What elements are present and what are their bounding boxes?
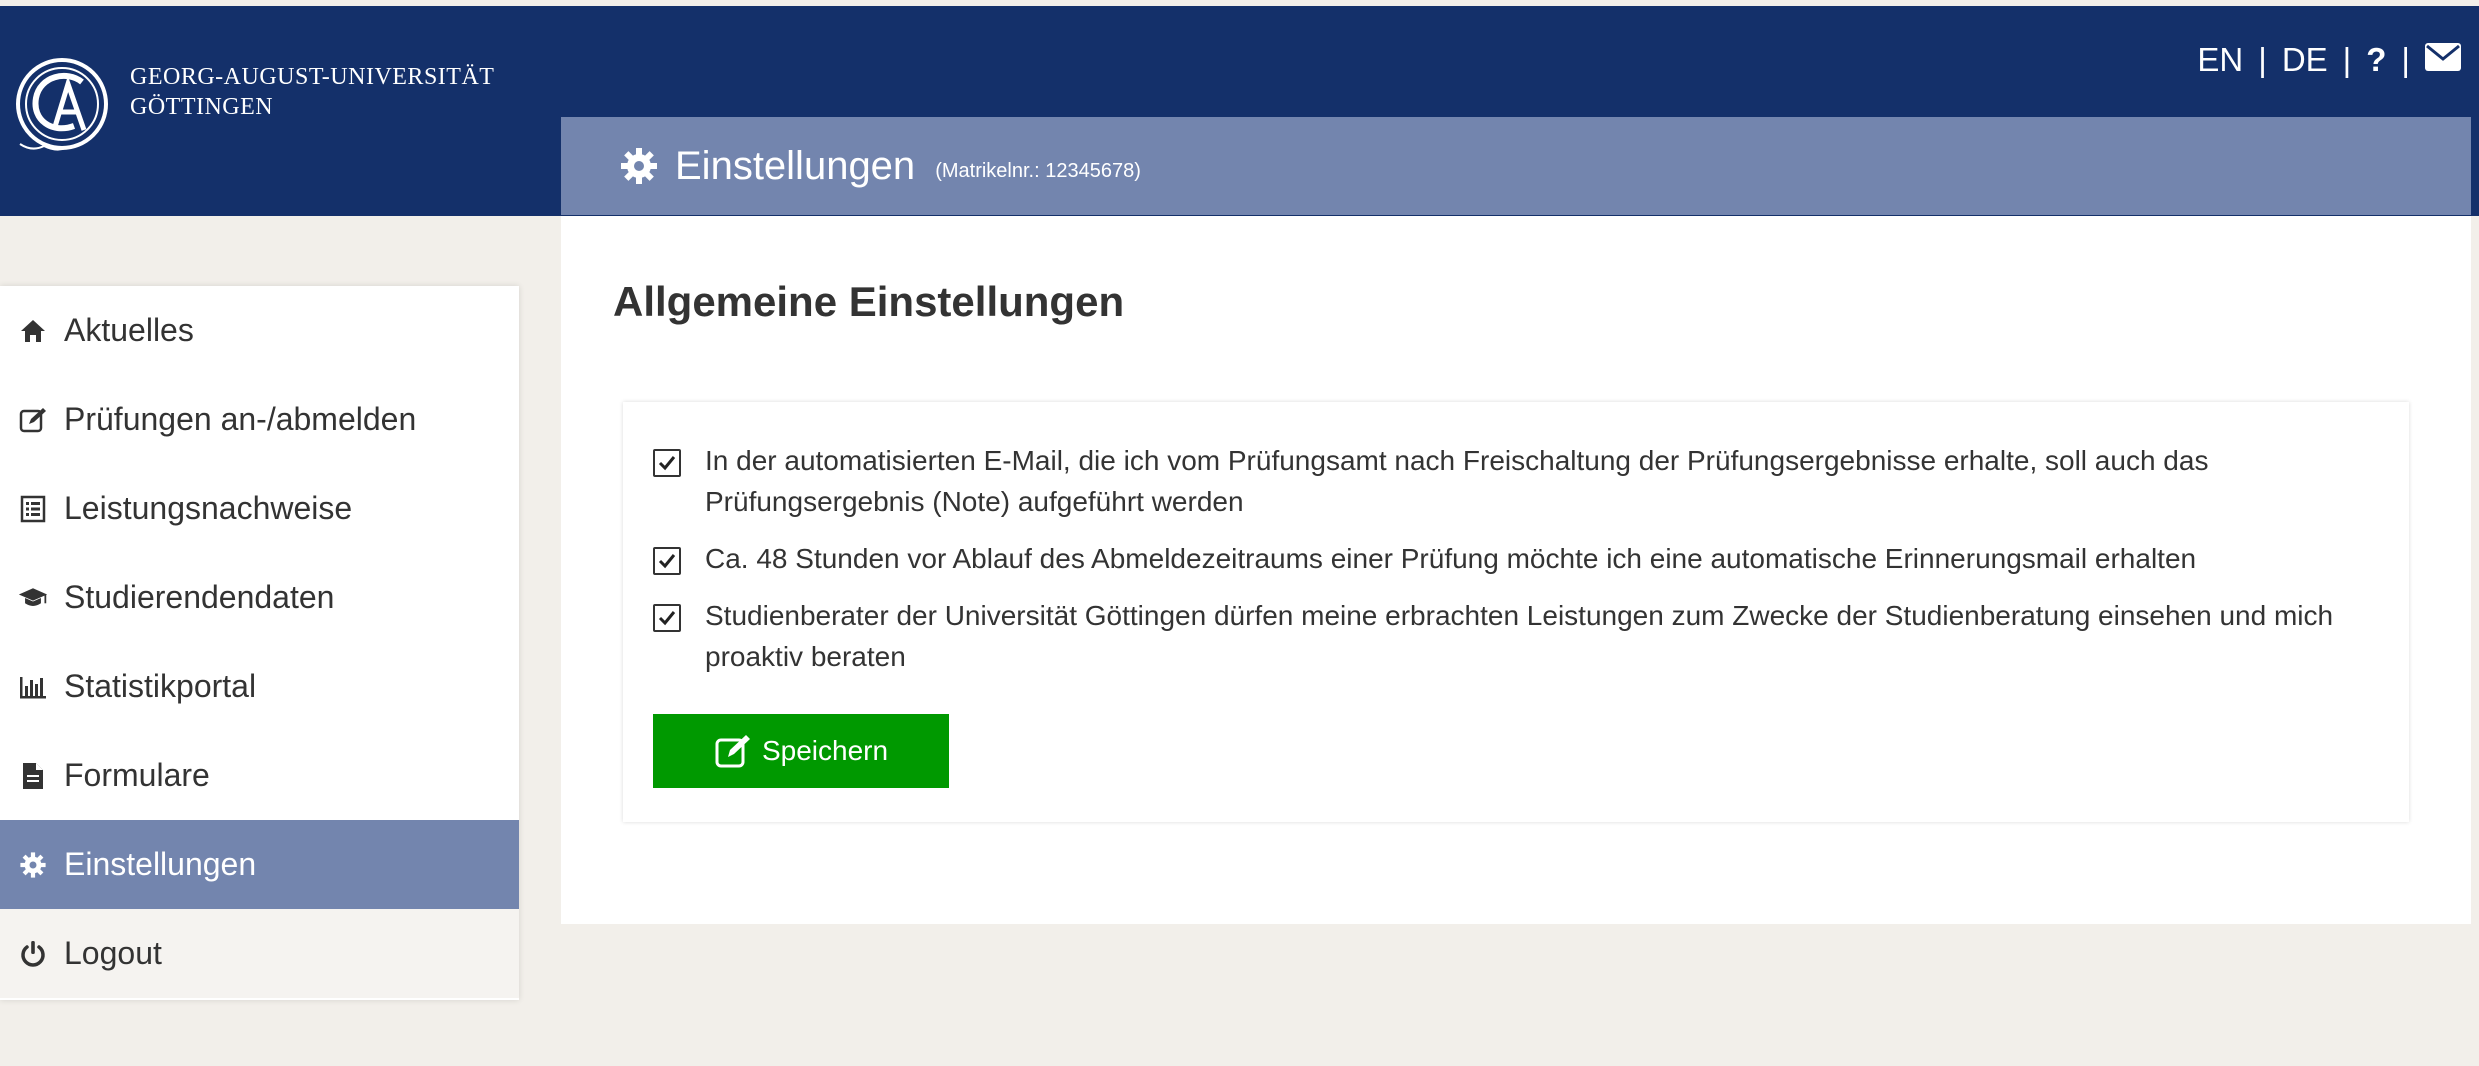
university-seal-icon: [16, 58, 108, 151]
list-icon: [18, 494, 48, 524]
bar-chart-icon: [18, 672, 48, 702]
option-label: Ca. 48 Stunden vor Ablauf des Abmeldezei…: [705, 543, 2197, 574]
sidebar-item-leistungsnachweise[interactable]: Leistungsnachweise: [0, 464, 519, 553]
sidebar-item-label: Aktuelles: [64, 312, 194, 348]
sidebar-item-label: Einstellungen: [64, 846, 257, 882]
university-name: GEORG-AUGUST-UNIVERSITÄT GÖTTINGEN: [130, 62, 494, 122]
top-strip: [0, 0, 2479, 6]
sidebar-item-label: Statistikportal: [64, 668, 257, 704]
graduation-cap-icon: [18, 583, 48, 613]
university-logo[interactable]: GEORG-AUGUST-UNIVERSITÄT GÖTTINGEN: [12, 52, 494, 156]
reminder-mail-checkbox[interactable]: [653, 547, 681, 575]
sidebar-item-logout[interactable]: Logout: [0, 909, 519, 998]
checkmark-icon: [658, 456, 676, 471]
document-icon: [18, 761, 48, 791]
page-header: Einstellungen (Matrikelnr.: 12345678): [561, 117, 2471, 215]
sidebar-item-aktuelles[interactable]: Aktuelles: [0, 286, 519, 375]
sidebar-item-label: Studierendendaten: [64, 579, 335, 615]
option-email-grade: In der automatisierten E-Mail, die ich v…: [653, 440, 2355, 522]
sidebar-item-label: Prüfungen an-/abmelden: [64, 401, 417, 437]
matrikel-number: (Matrikelnr.: 12345678): [935, 159, 1141, 182]
sidebar-item-label: Leistungsnachweise: [64, 490, 353, 526]
option-study-advisor: Studienberater der Universität Göttingen…: [653, 595, 2355, 677]
separator: |: [2342, 41, 2352, 78]
main-content: Allgemeine Einstellungen In der automati…: [561, 216, 2471, 924]
sidebar-item-label: Formulare: [64, 757, 210, 793]
gear-icon: [18, 850, 48, 880]
separator: |: [2401, 41, 2410, 78]
sidebar-item-formulare[interactable]: Formulare: [0, 731, 519, 820]
university-name-line1: GEORG-AUGUST-UNIVERSITÄT: [130, 64, 495, 90]
sidebar-item-pruefungen[interactable]: Prüfungen an-/abmelden: [0, 375, 519, 464]
section-heading: Allgemeine Einstellungen: [613, 278, 1125, 325]
envelope-icon: [2425, 43, 2461, 71]
sidebar-item-label: Logout: [64, 935, 162, 971]
edit-icon: [18, 405, 48, 435]
save-button-label: Speichern: [761, 735, 889, 766]
power-icon: [18, 939, 48, 969]
sidebar-item-statistikportal[interactable]: Statistikportal: [0, 642, 519, 731]
sidebar-item-einstellungen[interactable]: Einstellungen: [0, 820, 519, 909]
settings-panel: In der automatisierten E-Mail, die ich v…: [623, 402, 2409, 822]
help-link[interactable]: ?: [2366, 41, 2386, 79]
gear-icon: [621, 148, 657, 184]
language-bar: EN | DE | ? |: [2197, 38, 2461, 82]
mail-link[interactable]: [2425, 41, 2461, 79]
lang-en-link[interactable]: EN: [2197, 41, 2243, 79]
sidebar-item-studierendendaten[interactable]: Studierendendaten: [0, 553, 519, 642]
university-name-line2: GÖTTINGEN: [130, 94, 274, 120]
option-reminder-mail: Ca. 48 Stunden vor Ablauf des Abmeldezei…: [653, 538, 2355, 579]
home-icon: [18, 316, 48, 346]
separator: |: [2258, 41, 2267, 78]
study-advisor-checkbox[interactable]: [653, 604, 681, 632]
email-grade-checkbox[interactable]: [653, 449, 681, 477]
sidebar-nav: Aktuelles Prüfungen an-/abmelden Leistun…: [0, 286, 519, 1000]
option-label: Studienberater der Universität Göttingen…: [705, 600, 2334, 672]
checkmark-icon: [658, 611, 676, 626]
checkmark-icon: [658, 554, 676, 569]
option-label: In der automatisierten E-Mail, die ich v…: [705, 445, 2209, 517]
save-button[interactable]: Speichern: [653, 714, 949, 788]
page-title: Einstellungen: [675, 143, 916, 188]
edit-icon: [715, 735, 750, 768]
lang-de-link[interactable]: DE: [2282, 41, 2328, 79]
